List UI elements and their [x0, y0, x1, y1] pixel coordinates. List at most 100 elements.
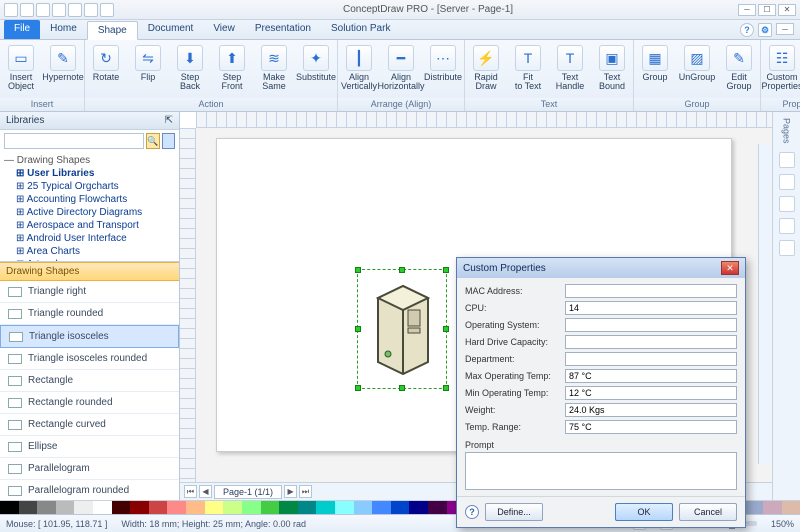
dock-icon-2[interactable]: [779, 174, 795, 190]
color-swatch[interactable]: [130, 501, 149, 514]
text-handle-button[interactable]: TTextHandle: [549, 42, 591, 98]
step-front-button[interactable]: ⬆StepFront: [211, 42, 253, 98]
shape-item[interactable]: Triangle isosceles rounded: [0, 348, 179, 370]
align-horizontally-button[interactable]: ━AlignHorizontally: [380, 42, 422, 98]
qat-undo-icon[interactable]: [20, 3, 34, 17]
dock-icon-3[interactable]: [779, 196, 795, 212]
color-swatch[interactable]: [205, 501, 224, 514]
libraries-pin-icon[interactable]: ⇱: [165, 115, 173, 126]
tree-item[interactable]: ⊞ Aerospace and Transport: [4, 219, 175, 232]
shape-item[interactable]: Triangle right: [0, 281, 179, 303]
color-swatch[interactable]: [112, 501, 131, 514]
dock-icon-5[interactable]: [779, 240, 795, 256]
server-shape[interactable]: [368, 280, 438, 380]
selection-box[interactable]: [357, 269, 447, 389]
property-input[interactable]: [565, 284, 737, 298]
tree-item[interactable]: ⊞ Active Directory Diagrams: [4, 206, 175, 219]
shape-item[interactable]: Rectangle rounded: [0, 392, 179, 414]
color-swatch[interactable]: [428, 501, 447, 514]
dock-icon-1[interactable]: [779, 152, 795, 168]
color-swatch[interactable]: [782, 501, 800, 514]
group-button[interactable]: ▦Group: [634, 42, 676, 98]
step-back-button[interactable]: ⬇StepBack: [169, 42, 211, 98]
close-button[interactable]: ✕: [778, 4, 796, 16]
library-flag-icon[interactable]: [162, 133, 176, 149]
library-search-input[interactable]: [4, 133, 144, 149]
property-input[interactable]: [565, 420, 737, 434]
color-swatch[interactable]: [242, 501, 261, 514]
qat-print-icon[interactable]: [84, 3, 98, 17]
shape-item[interactable]: Triangle isosceles: [0, 325, 179, 348]
distribute-button[interactable]: ⋯Distribute: [422, 42, 464, 98]
shape-item[interactable]: Rectangle curved: [0, 414, 179, 436]
tree-item[interactable]: ⊞ Area Charts: [4, 245, 175, 258]
page-first-button[interactable]: ⏮: [184, 485, 197, 498]
dialog-close-button[interactable]: ✕: [721, 261, 739, 275]
tab-file[interactable]: File: [4, 20, 40, 39]
page-prev-button[interactable]: ◀: [199, 485, 212, 498]
color-swatch[interactable]: [74, 501, 93, 514]
tree-item[interactable]: ⊞ 25 Typical Orgcharts: [4, 180, 175, 193]
edit-group-button[interactable]: ✎EditGroup: [718, 42, 760, 98]
qat-save-icon[interactable]: [4, 3, 18, 17]
property-input[interactable]: [565, 386, 737, 400]
rotate-button[interactable]: ↻Rotate: [85, 42, 127, 98]
tab-home[interactable]: Home: [40, 20, 87, 39]
make-same-button[interactable]: ≋MakeSame: [253, 42, 295, 98]
tab-solution-park[interactable]: Solution Park: [321, 20, 400, 39]
dialog-help-icon[interactable]: ?: [465, 505, 479, 519]
color-swatch[interactable]: [149, 501, 168, 514]
color-swatch[interactable]: [372, 501, 391, 514]
ribbon-minimize-button[interactable]: ─: [776, 23, 794, 35]
tab-view[interactable]: View: [203, 20, 245, 39]
shape-item[interactable]: Ellipse: [0, 436, 179, 458]
custom-properties-button[interactable]: ☷CustomProperties: [761, 42, 800, 98]
property-input[interactable]: [565, 335, 737, 349]
color-swatch[interactable]: [298, 501, 317, 514]
color-swatch[interactable]: [19, 501, 38, 514]
color-swatch[interactable]: [354, 501, 373, 514]
minimize-button[interactable]: ─: [738, 4, 756, 16]
substitute-button[interactable]: ✦Substitute: [295, 42, 337, 98]
color-swatch[interactable]: [261, 501, 280, 514]
color-swatch[interactable]: [93, 501, 112, 514]
qat-cut-icon[interactable]: [100, 3, 114, 17]
prompt-box[interactable]: [465, 452, 737, 490]
pages-tab[interactable]: Pages: [780, 116, 794, 146]
define-button[interactable]: Define...: [485, 503, 543, 521]
qat-redo-icon[interactable]: [36, 3, 50, 17]
tree-item[interactable]: ⊞ Android User Interface: [4, 232, 175, 245]
shape-item[interactable]: Triangle rounded: [0, 303, 179, 325]
color-swatch[interactable]: [56, 501, 75, 514]
maximize-button[interactable]: ☐: [758, 4, 776, 16]
text-bound-button[interactable]: ▣TextBound: [591, 42, 633, 98]
cancel-button[interactable]: Cancel: [679, 503, 737, 521]
property-input[interactable]: [565, 352, 737, 366]
qat-new-icon[interactable]: [52, 3, 66, 17]
page-last-button[interactable]: ⏭: [299, 485, 312, 498]
page-next-button[interactable]: ▶: [284, 485, 297, 498]
color-swatch[interactable]: [391, 501, 410, 514]
insert-object-button[interactable]: ▭InsertObject: [0, 42, 42, 98]
page-tab[interactable]: Page-1 (1/1): [214, 485, 282, 499]
dock-icon-4[interactable]: [779, 218, 795, 234]
ungroup-button[interactable]: ▨UnGroup: [676, 42, 718, 98]
property-input[interactable]: [565, 403, 737, 417]
tab-shape[interactable]: Shape: [87, 21, 138, 40]
color-swatch[interactable]: [186, 501, 205, 514]
tab-presentation[interactable]: Presentation: [245, 20, 321, 39]
ok-button[interactable]: OK: [615, 503, 673, 521]
color-swatch[interactable]: [37, 501, 56, 514]
tree-item[interactable]: — Drawing Shapes: [4, 154, 175, 167]
library-search-go-button[interactable]: 🔍: [146, 133, 160, 149]
property-input[interactable]: [565, 369, 737, 383]
color-swatch[interactable]: [316, 501, 335, 514]
color-swatch[interactable]: [763, 501, 782, 514]
tree-item[interactable]: ⊞ User Libraries: [4, 167, 175, 180]
color-swatch[interactable]: [409, 501, 428, 514]
shape-item[interactable]: Parallelogram rounded: [0, 480, 179, 500]
tree-item[interactable]: ⊞ Accounting Flowcharts: [4, 193, 175, 206]
hypernote-button[interactable]: ✎Hypernote: [42, 42, 84, 98]
color-swatch[interactable]: [0, 501, 19, 514]
vertical-scrollbar[interactable]: [758, 144, 772, 464]
